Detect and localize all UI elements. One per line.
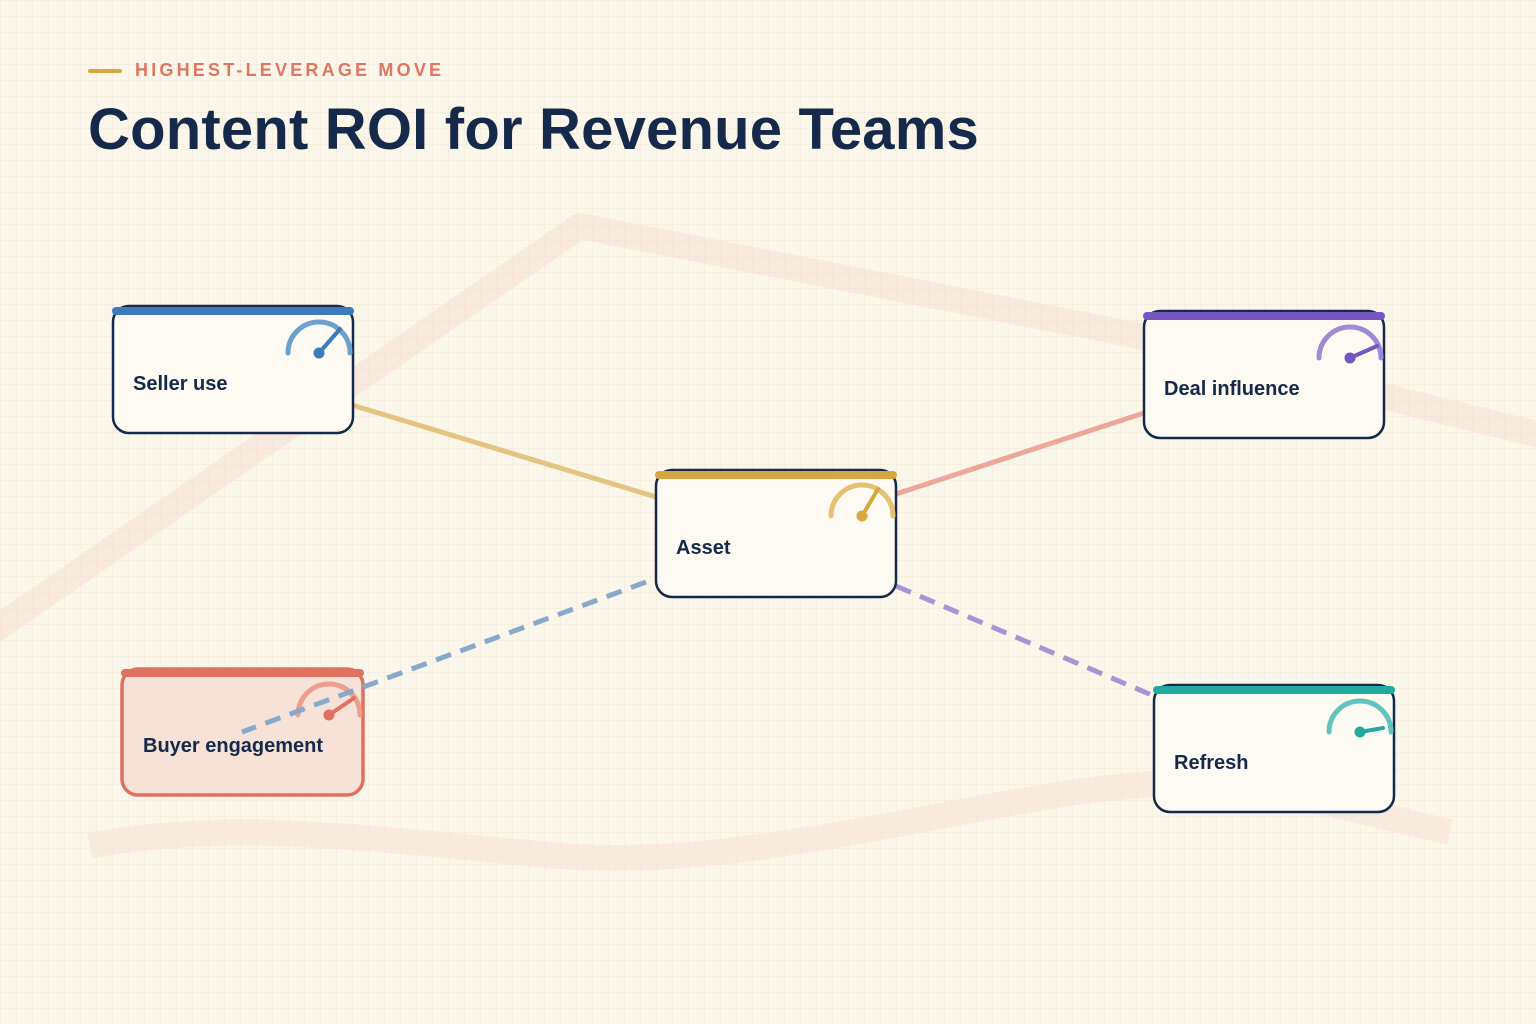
- eyebrow-row: HIGHEST-LEVERAGE MOVE: [88, 60, 444, 81]
- connector-asset-deal-influence: [893, 410, 1147, 497]
- node-asset[interactable]: Asset: [654, 468, 898, 599]
- eyebrow-accent-bar: [88, 68, 122, 73]
- connector-asset-buyer-engagement: [241, 579, 647, 735]
- node-card: [1152, 683, 1396, 814]
- connector-seller-use-asset: [349, 402, 659, 500]
- node-refresh[interactable]: Refresh: [1152, 683, 1396, 814]
- node-label: Deal influence: [1164, 378, 1300, 400]
- node-label: Seller use: [133, 373, 228, 395]
- connector-asset-refresh: [895, 583, 1155, 699]
- node-card: [1142, 309, 1386, 440]
- node-card: [111, 304, 355, 435]
- node-label: Asset: [676, 537, 731, 559]
- node-label: Refresh: [1174, 752, 1248, 774]
- node-seller-use[interactable]: Seller use: [111, 304, 355, 435]
- node-deal-influence[interactable]: Deal influence: [1142, 309, 1386, 440]
- node-label: Buyer engagement: [143, 735, 323, 757]
- eyebrow-label: HIGHEST-LEVERAGE MOVE: [135, 60, 445, 80]
- node-card: [654, 468, 898, 599]
- page-title: Content ROI for Revenue Teams: [88, 97, 979, 162]
